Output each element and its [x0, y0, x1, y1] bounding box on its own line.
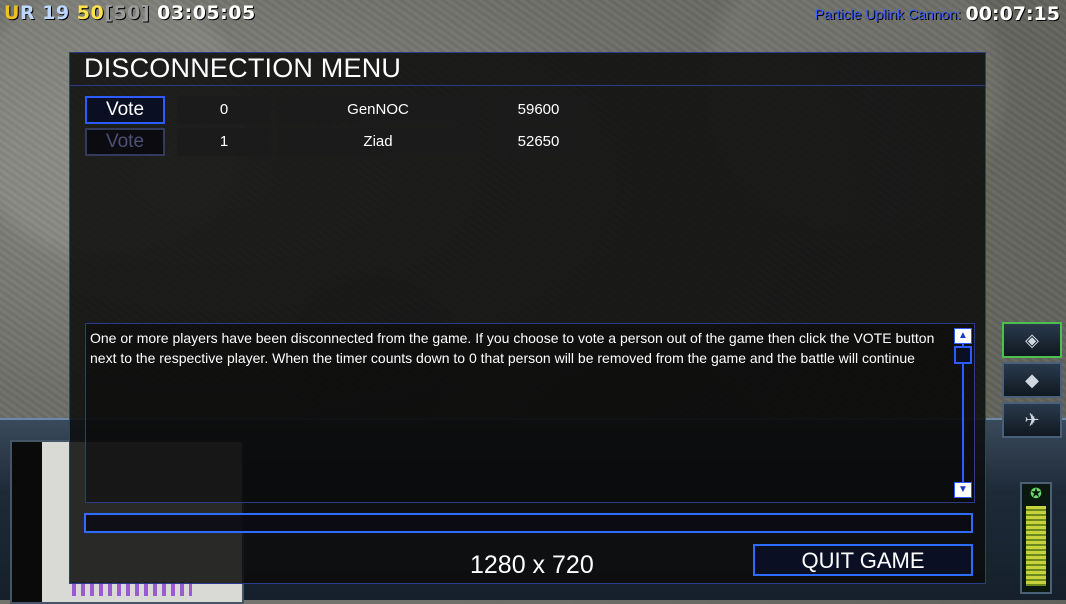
- unit-icon: ◆: [1025, 369, 1039, 390]
- general-star-icon: ✪: [1030, 485, 1042, 501]
- chat-input[interactable]: [84, 513, 973, 533]
- message-scrollbar[interactable]: ▲ ▼: [952, 324, 974, 502]
- superweapon-countdown: 00:07:15: [965, 3, 1060, 25]
- quit-game-button[interactable]: QUIT GAME: [753, 544, 973, 576]
- vote-button[interactable]: Vote: [85, 128, 165, 156]
- vote-button[interactable]: Vote: [85, 96, 165, 124]
- game-clock: 03:05:05: [157, 2, 256, 24]
- scroll-down-icon[interactable]: ▼: [954, 482, 972, 498]
- player-index: 1: [177, 128, 271, 156]
- dialog-title: DISCONNECTION MENU: [84, 53, 402, 83]
- player-score: 59600: [490, 96, 587, 124]
- faction-letter-r: R: [19, 2, 36, 24]
- disconnection-dialog: DISCONNECTION MENU Vote 0 GenNOC 59600 V…: [69, 52, 986, 584]
- player-index: 0: [177, 96, 271, 124]
- scroll-thumb[interactable]: [954, 346, 972, 364]
- power-cap: [50]: [104, 2, 151, 24]
- power-fill: [1026, 506, 1046, 586]
- scroll-track[interactable]: [962, 344, 964, 482]
- power-meter: ✪: [1020, 482, 1052, 594]
- power-current: 50: [76, 2, 105, 24]
- faction-letter-u: U: [4, 2, 20, 24]
- side-build-tabs: ◈ ◆ ✈: [1002, 322, 1066, 442]
- title-divider: [70, 85, 985, 86]
- disconnect-message: One or more players have been disconnect…: [90, 330, 935, 366]
- side-tab-structures[interactable]: ◈: [1002, 322, 1062, 358]
- side-tab-units[interactable]: ◆: [1002, 362, 1062, 398]
- aircraft-icon: ✈: [1024, 409, 1040, 430]
- message-box: One or more players have been disconnect…: [85, 323, 975, 503]
- player-name: GenNOC: [277, 96, 479, 124]
- hud-status: UR 19 50[50] 03:05:05: [4, 2, 256, 24]
- unit-count: 19: [42, 2, 70, 24]
- player-name: Ziad: [277, 128, 479, 156]
- resolution-label: 1280 x 720: [470, 551, 594, 579]
- minimap-shroud: [12, 442, 42, 602]
- player-score: 52650: [490, 128, 587, 156]
- minimap-units: [72, 582, 192, 596]
- superweapon-label: Particle Uplink Cannon:: [814, 6, 962, 22]
- superweapon-timer: Particle Uplink Cannon: 00:07:15: [815, 3, 1060, 25]
- scroll-up-icon[interactable]: ▲: [954, 328, 972, 344]
- structure-icon: ◈: [1025, 329, 1039, 350]
- side-tab-aircraft[interactable]: ✈: [1002, 402, 1062, 438]
